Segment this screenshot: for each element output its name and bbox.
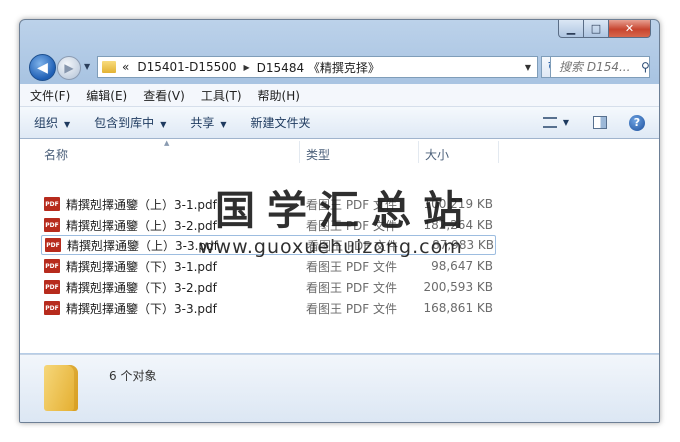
organize-button[interactable]: 组织 ▼: [34, 114, 70, 131]
pdf-file-icon: PDF: [44, 197, 60, 211]
file-type: 看图王 PDF 文件: [306, 280, 398, 295]
menu-bar: 文件(F) 编辑(E) 查看(V) 工具(T) 帮助(H): [20, 84, 659, 107]
search-box[interactable]: ⚲: [550, 56, 650, 78]
file-list: ▲ 名称 类型 大小 PDF 精撰剋擇通鑒（上）3-1.pdf 看图王 PDF …: [20, 139, 659, 353]
file-size: 100,219 KB: [423, 197, 493, 211]
share-button[interactable]: 共享 ▼: [190, 114, 226, 131]
file-name: 精撰剋擇通鑒（上）3-1.pdf: [66, 197, 217, 212]
pdf-file-icon: PDF: [44, 280, 60, 294]
explorer-window: ▁ □ ✕ ◀ ▶ ▼ « D15401-D15500 ▶ D15484 《精撰…: [19, 19, 660, 423]
column-header-type[interactable]: 类型: [306, 146, 330, 163]
file-row[interactable]: PDF 精撰剋擇通鑒（下）3-3.pdf 看图王 PDF 文件 168,861 …: [41, 298, 496, 318]
close-button[interactable]: ✕: [609, 20, 651, 38]
column-divider[interactable]: [299, 141, 300, 163]
preview-pane-icon[interactable]: [593, 116, 607, 129]
view-controls: ▼ ?: [542, 114, 659, 131]
chevron-down-icon: ▼: [160, 120, 167, 129]
arrow-right-icon: ▶: [64, 61, 74, 75]
file-name: 精撰剋擇通鑒（上）3-2.pdf: [66, 218, 217, 233]
folder-icon: [44, 365, 78, 411]
search-input[interactable]: [551, 59, 639, 75]
chevron-down-icon: ▼: [64, 120, 71, 129]
file-row[interactable]: PDF 精撰剋擇通鑒（上）3-2.pdf 看图王 PDF 文件 182,264 …: [41, 215, 496, 235]
file-name: 精撰剋擇通鑒（下）3-3.pdf: [66, 301, 217, 316]
file-type: 看图王 PDF 文件: [307, 238, 399, 253]
file-size: 200,593 KB: [423, 280, 493, 294]
column-headers: ▲ 名称 类型 大小: [20, 139, 659, 165]
chevron-down-icon: ▼: [220, 120, 227, 129]
back-button[interactable]: ◀: [29, 54, 56, 81]
address-bar[interactable]: « D15401-D15500 ▶ D15484 《精撰克择》 ▼: [97, 56, 538, 78]
file-size: 98,647 KB: [431, 259, 493, 273]
minimize-button[interactable]: ▁: [558, 20, 584, 38]
file-size: 168,861 KB: [423, 301, 493, 315]
file-row[interactable]: PDF 精撰剋擇通鑒（上）3-1.pdf 看图王 PDF 文件 100,219 …: [41, 194, 496, 214]
chevron-right-icon[interactable]: ▶: [244, 63, 250, 72]
file-name: 精撰剋擇通鑒（下）3-1.pdf: [66, 259, 217, 274]
view-list-icon[interactable]: [542, 117, 557, 128]
breadcrumb-item[interactable]: D15401-D15500: [137, 60, 236, 74]
organize-label: 组织: [34, 116, 59, 130]
maximize-button[interactable]: □: [584, 20, 609, 38]
command-bar: 组织 ▼ 包含到库中 ▼ 共享 ▼ 新建文件夹 ▼ ?: [20, 107, 659, 139]
new-folder-button[interactable]: 新建文件夹: [251, 114, 311, 131]
menu-tools[interactable]: 工具(T): [201, 87, 242, 104]
pdf-file-icon: PDF: [44, 218, 60, 232]
recent-pages-dropdown[interactable]: ▼: [84, 62, 90, 71]
caption-buttons: ▁ □ ✕: [558, 20, 651, 38]
pdf-file-icon: PDF: [45, 238, 61, 252]
menu-edit[interactable]: 编辑(E): [86, 87, 127, 104]
file-type: 看图王 PDF 文件: [306, 197, 398, 212]
menu-view[interactable]: 查看(V): [143, 87, 185, 104]
file-name: 精撰剋擇通鑒（下）3-2.pdf: [66, 280, 217, 295]
include-in-library-button[interactable]: 包含到库中 ▼: [94, 114, 166, 131]
file-type: 看图王 PDF 文件: [306, 259, 398, 274]
column-divider[interactable]: [418, 141, 419, 163]
pdf-file-icon: PDF: [44, 259, 60, 273]
forward-button[interactable]: ▶: [57, 56, 81, 80]
file-size: 87,983 KB: [432, 238, 494, 252]
details-pane: 6 个对象: [20, 354, 659, 422]
search-icon[interactable]: ⚲: [641, 60, 650, 74]
breadcrumb-overflow[interactable]: «: [122, 60, 129, 74]
share-label: 共享: [190, 116, 215, 130]
arrow-left-icon: ◀: [37, 59, 48, 76]
file-size: 182,264 KB: [423, 218, 493, 232]
chevron-down-icon[interactable]: ▼: [525, 63, 531, 72]
column-divider[interactable]: [498, 141, 499, 163]
help-icon[interactable]: ?: [629, 114, 645, 131]
view-options-dropdown[interactable]: ▼: [563, 118, 569, 127]
file-type: 看图王 PDF 文件: [306, 218, 398, 233]
folder-icon: [102, 61, 116, 73]
column-header-size[interactable]: 大小: [425, 146, 449, 163]
file-row[interactable]: PDF 精撰剋擇通鑒（下）3-1.pdf 看图王 PDF 文件 98,647 K…: [41, 256, 496, 276]
file-row[interactable]: PDF 精撰剋擇通鑒（下）3-2.pdf 看图王 PDF 文件 200,593 …: [41, 277, 496, 297]
pdf-file-icon: PDF: [44, 301, 60, 315]
file-type: 看图王 PDF 文件: [306, 301, 398, 316]
file-row-focused[interactable]: PDF 精撰剋擇通鑒（上）3-3.pdf 看图王 PDF 文件 87,983 K…: [41, 235, 496, 255]
sort-ascending-icon: ▲: [164, 139, 170, 147]
item-count: 6 个对象: [109, 369, 157, 383]
menu-help[interactable]: 帮助(H): [258, 87, 300, 104]
column-header-name[interactable]: 名称: [44, 146, 68, 163]
menu-file[interactable]: 文件(F): [30, 87, 70, 104]
file-name: 精撰剋擇通鑒（上）3-3.pdf: [67, 238, 218, 253]
include-in-library-label: 包含到库中: [94, 116, 155, 130]
breadcrumb-item[interactable]: D15484 《精撰克择》: [257, 59, 380, 76]
navigation-bar: ◀ ▶ ▼ « D15401-D15500 ▶ D15484 《精撰克择》 ▼ …: [20, 53, 659, 81]
